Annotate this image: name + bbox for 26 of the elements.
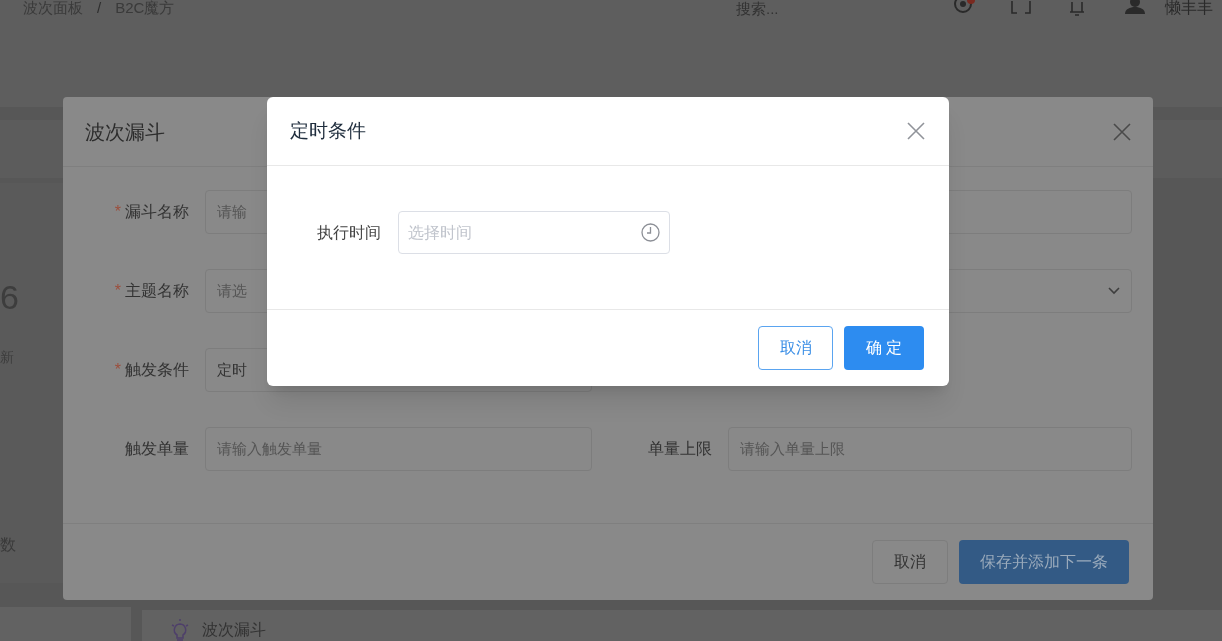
close-icon[interactable] <box>1113 122 1131 141</box>
dialog-title: 波次漏斗 <box>85 119 165 145</box>
dialog-title: 定时条件 <box>290 118 366 143</box>
target-icon <box>954 0 976 14</box>
bell-icon <box>1067 0 1087 16</box>
clock-icon <box>641 223 660 242</box>
save-and-add-button[interactable]: 保存并添加下一条 <box>959 540 1129 584</box>
field-label: 触发单量 <box>125 439 189 459</box>
field-label: 漏斗名称 <box>125 202 189 222</box>
breadcrumb-separator: / <box>97 0 102 18</box>
cancel-button[interactable]: 取消 <box>872 540 948 584</box>
field-label: 主题名称 <box>125 281 189 301</box>
required-mark: * <box>114 360 121 380</box>
user-icon <box>1124 0 1146 14</box>
close-icon[interactable] <box>907 122 925 140</box>
lightbulb-icon <box>170 619 190 641</box>
field-label: 执行时间 <box>316 223 381 243</box>
fullscreen-icon <box>1011 0 1031 14</box>
time-picker-field[interactable]: 选择时间 <box>398 211 670 254</box>
chevron-down-icon <box>1108 287 1120 295</box>
cancel-button[interactable]: 取消 <box>758 326 833 370</box>
field-label: 触发条件 <box>125 360 189 380</box>
required-mark: * <box>114 281 121 301</box>
field-label: 单量上限 <box>648 439 712 459</box>
confirm-button[interactable]: 确 定 <box>844 326 924 370</box>
required-mark: * <box>114 202 121 222</box>
